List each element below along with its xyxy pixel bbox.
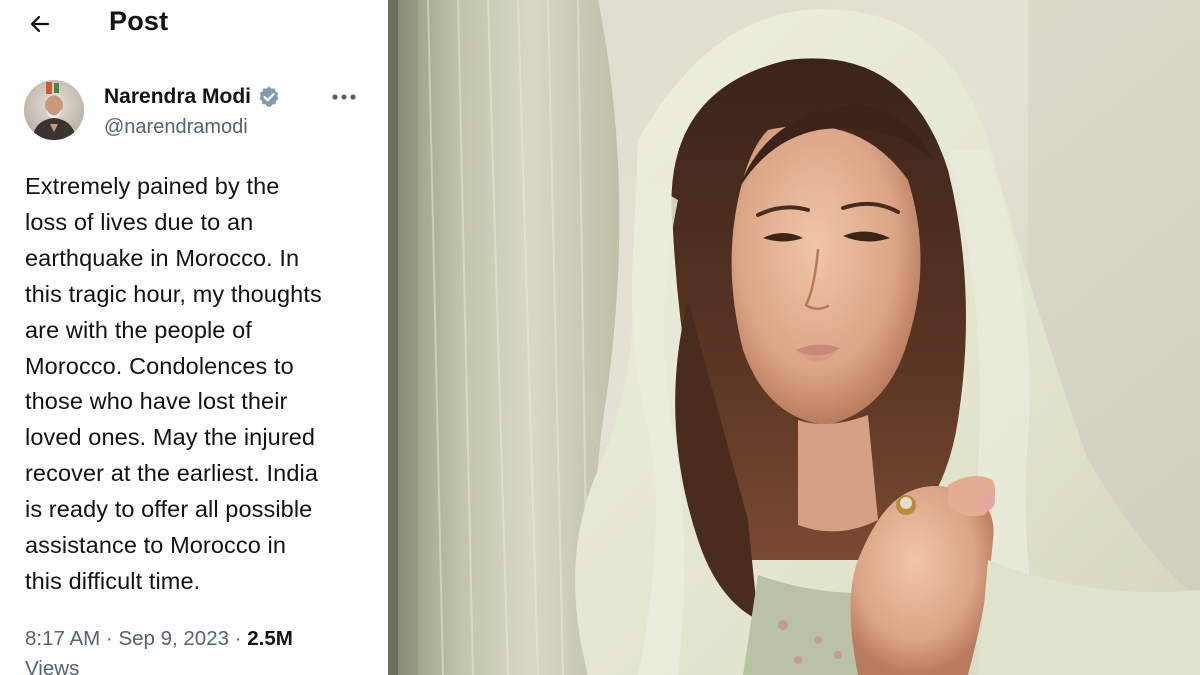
back-button[interactable] — [22, 8, 58, 40]
post-header: Post — [0, 0, 384, 50]
post-text-line: loved ones. May the injured — [25, 424, 316, 451]
avatar[interactable] — [24, 80, 84, 140]
post-text-line: recover at the earliest. India — [25, 460, 318, 487]
page-title: Post — [109, 6, 169, 36]
views-label: Views — [25, 657, 80, 675]
post-text-line: is ready to offer all possible — [25, 496, 313, 523]
post-text-line: this difficult time. — [25, 567, 201, 594]
post-date[interactable]: Sep 9, 2023 — [118, 627, 229, 650]
author-row: Narendra Modi @narendramodi — [24, 80, 364, 142]
more-options-button[interactable] — [324, 84, 364, 110]
display-name[interactable]: Narendra Modi — [104, 85, 251, 109]
meta-separator: · — [229, 627, 248, 650]
user-handle[interactable]: @narendramodi — [104, 116, 248, 139]
post-meta: 8:17 AM · Sep 9, 2023 · 2.5M Views — [25, 624, 370, 675]
arrow-left-icon — [30, 15, 50, 33]
post-text-line: earthquake in Morocco. In — [25, 244, 300, 271]
post-text-line: this tragic hour, my thoughts — [25, 280, 322, 307]
post-panel: Post Narendra Modi @narendramodi Extreme… — [0, 0, 384, 675]
portrait-photo — [388, 0, 1200, 675]
views-count: 2.5M — [247, 627, 293, 650]
more-horizontal-icon — [332, 94, 356, 100]
post-text-line: are with the people of — [25, 316, 252, 343]
post-text: Extremely pained by the loss of lives du… — [25, 169, 370, 600]
display-name-row: Narendra Modi — [104, 85, 281, 109]
post-text-line: assistance to Morocco in — [25, 532, 287, 559]
post-text-line: Extremely pained by the — [25, 173, 280, 199]
post-text-line: those who have lost their — [25, 388, 288, 415]
post-text-line: loss of lives due to an — [25, 208, 254, 235]
post-text-line: Morocco. Condolences to — [25, 352, 294, 379]
post-time[interactable]: 8:17 AM — [25, 627, 100, 650]
verified-badge-icon — [259, 86, 279, 107]
meta-separator: · — [100, 627, 119, 650]
